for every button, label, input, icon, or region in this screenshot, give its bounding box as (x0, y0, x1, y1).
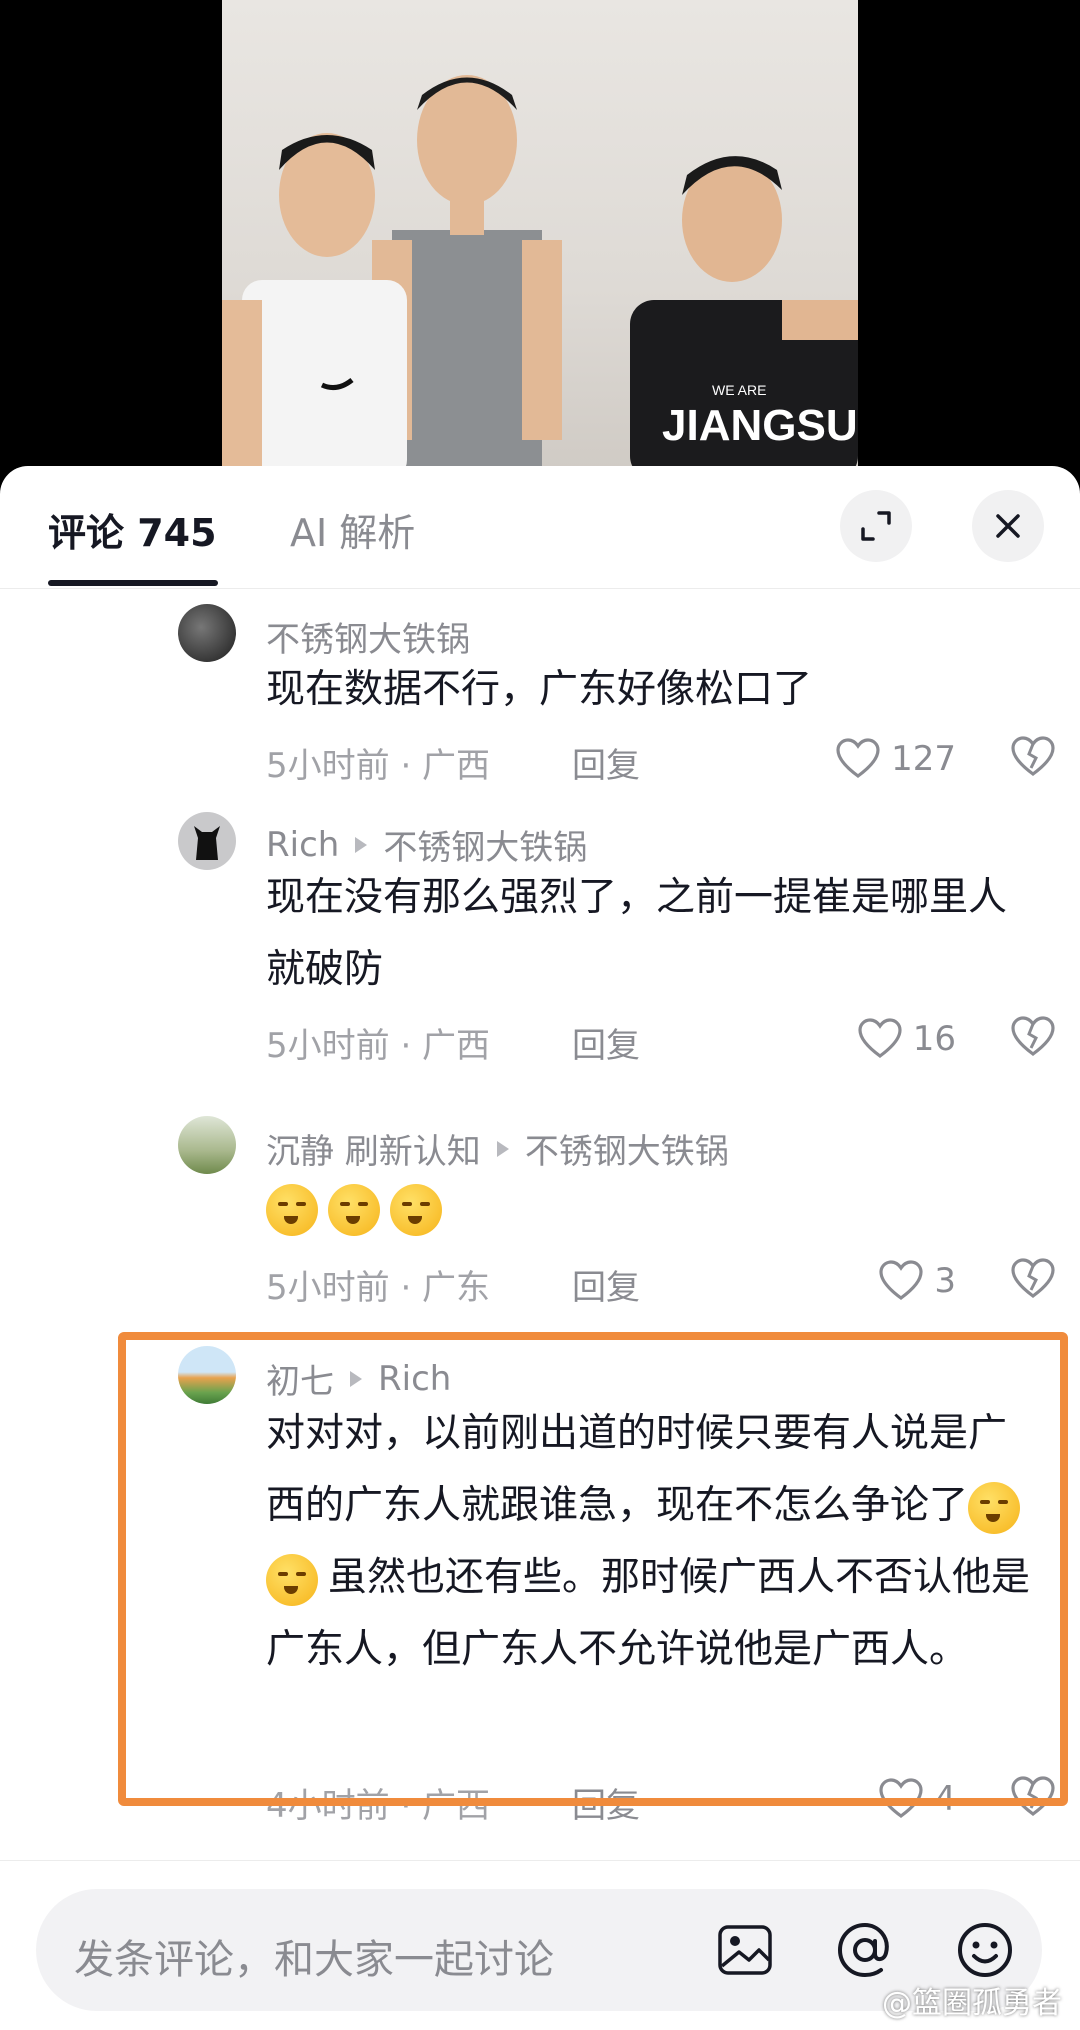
avatar[interactable] (178, 1116, 236, 1174)
reply-button[interactable]: 回复 (572, 1018, 640, 1067)
comment-time-location: 5小时前 · 广西 (266, 1026, 491, 1066)
grinning-emoji-icon (328, 1183, 380, 1236)
watermark: @篮圈孤勇者 (882, 1986, 1062, 2021)
mention-button[interactable] (834, 1919, 896, 1981)
close-button[interactable] (972, 490, 1044, 562)
comment-author-line: 沉静 刷新认知 不锈钢大铁锅 (266, 1124, 729, 1173)
comment-item: 不锈钢大铁锅 现在数据不行，广东好像松口了 5小时前 · 广西 回复 127 (178, 598, 1055, 788)
avatar[interactable] (178, 604, 236, 662)
active-tab-indicator (48, 580, 218, 586)
close-icon (996, 514, 1020, 538)
comment-text: 现在数据不行，广东好像松口了 (266, 667, 813, 712)
image-button[interactable] (714, 1919, 776, 1981)
svg-text:WE ARE: WE ARE (712, 382, 766, 398)
tab-ai-analysis[interactable]: AI 解析 (290, 502, 415, 557)
like-button[interactable]: 16 (857, 1018, 956, 1060)
comment-item: 沉静 刷新认知 不锈钢大铁锅 5小时前 · 广东 回复 3 (178, 1110, 1055, 1308)
comment-footer: 5小时前 · 广西 回复 16 (266, 1016, 1056, 1068)
at-icon (837, 1922, 889, 1978)
comment-emoji-row (266, 1172, 1036, 1244)
like-button[interactable]: 127 (835, 738, 956, 780)
comment-author[interactable]: 沉静 刷新认知 (266, 1124, 481, 1173)
comment-input-placeholder: 发条评论，和大家一起讨论 (74, 1937, 554, 1983)
like-count: 127 (891, 739, 956, 779)
video-player[interactable]: JIANGSU WE ARE (0, 0, 1080, 480)
video-people-illustration: JIANGSU WE ARE (222, 75, 858, 480)
heart-icon (879, 1260, 923, 1300)
comment-text: 现在没有那么强烈了，之前一提崔是哪里人就破防 (266, 875, 1008, 992)
cat-silhouette-icon (194, 826, 220, 860)
comment-footer: 5小时前 · 广东 回复 3 (266, 1258, 1056, 1310)
dislike-icon (1011, 1258, 1055, 1298)
reply-to-author[interactable]: 不锈钢大铁锅 (525, 1124, 729, 1173)
dislike-button[interactable] (1010, 1256, 1056, 1309)
emoji-icon (958, 1923, 1012, 1977)
expand-icon (861, 511, 891, 541)
heart-icon (836, 738, 880, 778)
heart-icon (858, 1018, 902, 1058)
comment-time-location: 5小时前 · 广东 (266, 1268, 491, 1308)
comment-author[interactable]: Rich (266, 825, 339, 865)
reply-button[interactable]: 回复 (572, 738, 640, 787)
svg-text:JIANGSU: JIANGSU (662, 401, 858, 450)
reply-button[interactable]: 回复 (572, 1260, 640, 1309)
reply-arrow-icon (496, 1140, 509, 1157)
tab-comments[interactable]: 评论 745 (48, 502, 217, 557)
comment-tabs: 评论 745 AI 解析 (0, 466, 1080, 589)
highlight-box (118, 1332, 1068, 1806)
like-count: 16 (912, 1019, 956, 1059)
grinning-emoji-icon (390, 1183, 442, 1236)
like-count: 3 (934, 1261, 956, 1301)
comment-item: Rich 不锈钢大铁锅 现在没有那么强烈了，之前一提崔是哪里人就破防 5小时前 … (178, 806, 1055, 1066)
dislike-icon (1011, 736, 1055, 776)
grinning-emoji-icon (266, 1183, 318, 1236)
comment-footer: 5小时前 · 广西 回复 127 (266, 736, 1056, 788)
avatar[interactable] (178, 812, 236, 870)
dislike-icon (1011, 1016, 1055, 1056)
dislike-button[interactable] (1010, 734, 1056, 787)
like-button[interactable]: 3 (878, 1260, 956, 1302)
comment-time-location: 5小时前 · 广西 (266, 746, 491, 786)
reply-arrow-icon (355, 836, 368, 853)
emoji-button[interactable] (954, 1919, 1016, 1981)
expand-button[interactable] (840, 490, 912, 562)
video-frame: JIANGSU WE ARE (222, 0, 858, 480)
image-icon (718, 1925, 772, 1975)
dislike-button[interactable] (1010, 1014, 1056, 1067)
